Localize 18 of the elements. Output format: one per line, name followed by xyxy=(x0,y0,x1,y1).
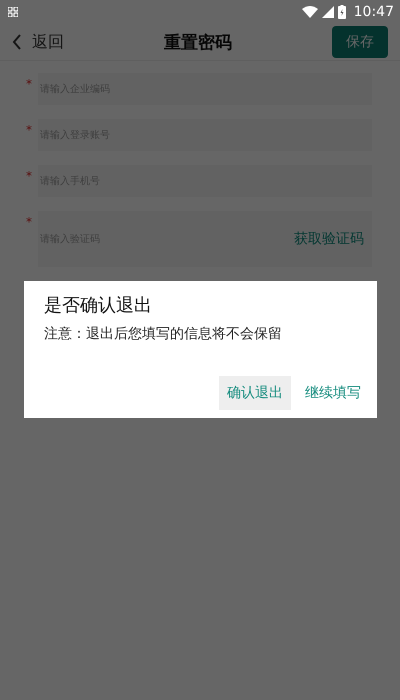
chevron-left-icon xyxy=(12,34,22,50)
get-code-link[interactable]: 获取验证码 xyxy=(294,230,372,248)
required-mark: * xyxy=(26,76,32,91)
signal-icon xyxy=(322,6,334,18)
wifi-icon xyxy=(302,6,318,18)
dialog-message: 注意：退出后您填写的信息将不会保留 xyxy=(44,325,283,343)
required-mark: * xyxy=(26,122,32,137)
page-title: 重置密码 xyxy=(164,32,232,54)
app-grid-icon xyxy=(8,7,18,17)
required-mark: * xyxy=(26,214,32,229)
required-mark: * xyxy=(26,168,32,183)
dialog-button[interactable]: 继续填写 xyxy=(297,376,369,410)
save-button[interactable]: 保存 xyxy=(332,26,388,58)
dialog-title: 是否确认退出 xyxy=(44,294,153,317)
battery-icon xyxy=(338,5,346,19)
dialog-button[interactable]: 确认退出 xyxy=(219,376,291,410)
clock: 10:47 xyxy=(354,4,394,20)
back-button[interactable]: 返回 xyxy=(12,32,64,52)
